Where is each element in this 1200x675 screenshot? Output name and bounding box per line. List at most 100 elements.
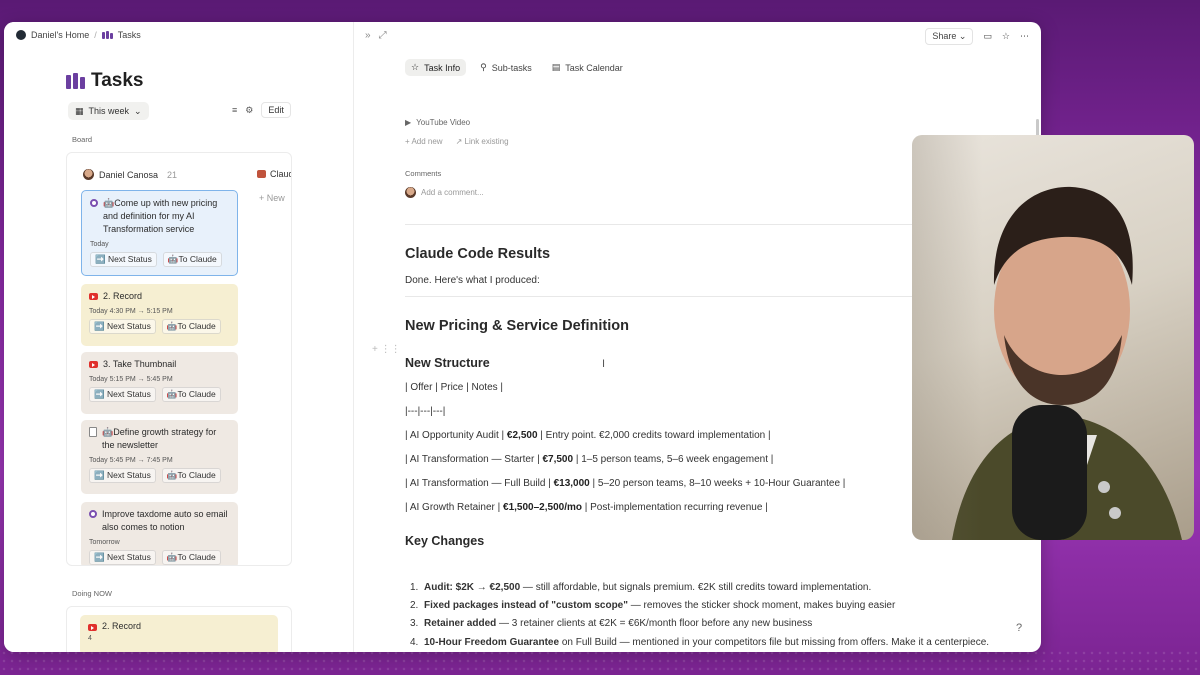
offer-price: €2,500	[506, 430, 538, 441]
chevron-down-icon: ⌄	[134, 105, 142, 116]
help-icon[interactable]: ?	[1009, 618, 1029, 638]
detail-tabs: ☆ Task Info ⚲ Sub-tasks ▤ Task Calendar	[405, 59, 629, 76]
top-actions: Share ⌄ ▭ ☆ ⋯	[925, 28, 1029, 45]
offer-notes: | Post-implementation recurring revenue …	[581, 502, 768, 513]
star-icon[interactable]: ☆	[1002, 31, 1010, 42]
new-card-button[interactable]: + New	[259, 193, 285, 203]
comment-input[interactable]: Add a comment...	[405, 187, 484, 198]
play-icon: ▶	[405, 118, 412, 127]
tab-task-info[interactable]: ☆ Task Info	[405, 59, 467, 76]
tasks-pane: Daniel's Home / Tasks Tasks ▦ This week …	[4, 22, 354, 652]
status-circle-icon	[89, 510, 97, 518]
item-number: 4.	[410, 636, 419, 648]
structure-heading: New Structure	[405, 356, 490, 370]
next-status-button[interactable]: ➡️ Next Status	[89, 387, 156, 402]
tab-task-calendar[interactable]: ▤ Task Calendar	[546, 59, 629, 76]
card-title: 2. Record	[102, 621, 142, 631]
add-new-label: Add new	[411, 137, 443, 146]
text-cursor-icon: I	[602, 358, 606, 370]
changes-heading: Key Changes	[405, 534, 485, 548]
edit-button[interactable]: Edit	[261, 102, 291, 118]
to-claude-button[interactable]: 🤖To Claude	[161, 550, 221, 565]
offer-notes: | Entry point. €2,000 credits toward imp…	[537, 430, 771, 441]
key-change-item: 1. Audit: $2K → €2,500 — still affordable…	[410, 582, 989, 600]
task-card[interactable]: 3. Take Thumbnail Today 5:15 PM → 5:45 PM…	[81, 352, 238, 414]
card-date: Today 5:45 PM → 7:45 PM	[89, 457, 173, 464]
tab-sub-tasks[interactable]: ⚲ Sub-tasks	[474, 59, 538, 76]
task-card[interactable]: 🤖Define growth strategy for the newslett…	[81, 420, 238, 494]
doc-title: New Pricing & Service Definition	[405, 318, 629, 334]
board-view: Daniel Canosa 21 Claud + New 🤖Come up wi…	[66, 152, 292, 566]
results-intro: Done. Here's what I produced:	[405, 275, 540, 286]
card-date: 4	[88, 635, 92, 642]
breadcrumb-separator: /	[94, 30, 97, 40]
layout-icon[interactable]: ▭	[983, 31, 992, 42]
next-status-button[interactable]: ➡️ Next Status	[89, 468, 156, 483]
offer-line: | AI Transformation — Starter | €7,500 |…	[405, 454, 773, 465]
robot-icon	[257, 170, 266, 178]
item-bold: 10-Hour Freedom Guarantee	[424, 636, 560, 648]
task-card[interactable]: 2. Record Today 4:30 PM → 5:15 PM ➡️ Next …	[81, 284, 238, 346]
offer-price: €7,500	[542, 454, 574, 465]
calendar-icon: ▤	[551, 62, 561, 72]
offer-name: | AI Transformation — Starter |	[405, 454, 543, 465]
link-existing-label: Link existing	[464, 137, 509, 146]
related-youtube[interactable]: ▶ YouTube Video	[405, 118, 470, 127]
to-claude-button[interactable]: 🤖To Claude	[161, 387, 221, 402]
view-toolbar: ≡ ⚙ Edit	[232, 102, 291, 118]
breadcrumb-home[interactable]: Daniel's Home	[31, 30, 89, 40]
to-claude-button[interactable]: 🤖To Claude	[161, 319, 221, 334]
comments-label: Comments	[405, 169, 442, 178]
card-title: 2. Record	[103, 291, 143, 301]
expand-icon[interactable]: ⤢	[379, 30, 387, 41]
task-card[interactable]: 🤖Come up with new pricing and definition…	[81, 190, 238, 276]
key-changes-list: 1. Audit: $2K → €2,500 — still affordable…	[410, 582, 989, 652]
card-title: 3. Take Thumbnail	[103, 359, 177, 369]
item-number: 3.	[410, 618, 419, 630]
doing-section-label: Doing NOW	[72, 589, 113, 598]
item-bold: Retainer added	[424, 618, 497, 630]
card-date: Today 4:30 PM → 5:15 PM	[89, 308, 173, 315]
books-icon	[101, 31, 113, 39]
board-section-label: Board	[72, 135, 93, 144]
next-status-button[interactable]: ➡️ Next Status	[90, 252, 157, 267]
youtube-icon	[88, 624, 97, 631]
drag-handle-icon[interactable]: + ⋮⋮	[372, 344, 401, 355]
card-title: 🤖Define growth strategy for the newslett…	[102, 427, 217, 450]
results-heading: Claude Code Results	[405, 246, 551, 262]
view-selector[interactable]: ▦ This week ⌄	[68, 102, 149, 120]
table-separator-line: |---|---|---|	[405, 406, 446, 417]
to-claude-button[interactable]: 🤖To Claude	[162, 252, 222, 267]
page-title-text: Tasks	[91, 70, 144, 91]
item-text: — removes the sticker shock moment, make…	[628, 600, 896, 612]
offer-notes: | 5–20 person teams, 8–10 weeks + 10-Hou…	[589, 478, 846, 489]
collapse-icon[interactable]: »	[365, 30, 371, 41]
item-text: — 3 retainer clients at €2K = €6K/month …	[496, 618, 813, 630]
card-date: Tomorrow	[89, 539, 120, 546]
share-label: Share	[932, 31, 957, 41]
breadcrumb-page[interactable]: Tasks	[118, 30, 141, 40]
filter-icon[interactable]: ≡	[232, 105, 237, 115]
tab-label: Sub-tasks	[491, 62, 532, 73]
doing-card[interactable]: 2. Record 4	[80, 615, 278, 652]
app-window: Daniel's Home / Tasks Tasks ▦ This week …	[4, 22, 1041, 652]
table-header-line: | Offer | Price | Notes |	[405, 382, 504, 393]
offer-line: | AI Opportunity Audit | €2,500 | Entry …	[405, 430, 771, 441]
divider	[405, 224, 945, 225]
offer-price: €13,000	[553, 478, 590, 489]
link-existing-button[interactable]: ↗ Link existing	[456, 137, 509, 146]
comment-placeholder: Add a comment...	[421, 188, 484, 197]
next-status-button[interactable]: ➡️ Next Status	[89, 550, 156, 565]
to-claude-button[interactable]: 🤖To Claude	[161, 468, 221, 483]
settings-icon[interactable]: ⚙	[245, 105, 253, 116]
more-icon[interactable]: ⋯	[1020, 31, 1029, 42]
offer-line: | AI Growth Retainer | €1,500–2,500/mo |…	[405, 502, 768, 513]
webcam-shade	[912, 135, 982, 540]
next-status-button[interactable]: ➡️ Next Status	[89, 319, 156, 334]
task-card[interactable]: Improve taxdome auto so email also comes…	[81, 502, 238, 565]
share-button[interactable]: Share ⌄	[925, 28, 974, 45]
avatar	[83, 169, 94, 180]
subtasks-icon: ⚲	[480, 62, 487, 72]
status-circle-icon	[90, 199, 98, 207]
add-new-button[interactable]: + Add new	[405, 137, 443, 146]
